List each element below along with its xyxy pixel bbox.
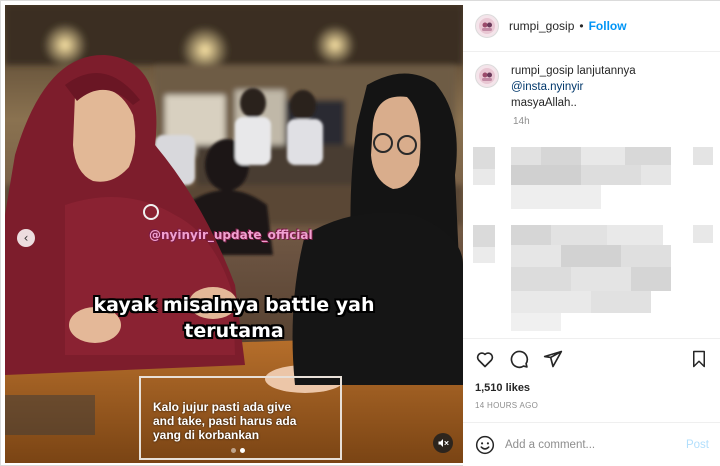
avatar[interactable] bbox=[475, 64, 499, 88]
carousel-dot bbox=[231, 448, 236, 453]
like-button[interactable] bbox=[475, 349, 495, 369]
post-button[interactable]: Post bbox=[686, 439, 709, 451]
carousel-dot-active bbox=[240, 448, 245, 453]
chevron-left-icon[interactable]: ‹ bbox=[17, 229, 35, 247]
caption-comment: rumpi_gosip lanjutannya @insta.nyinyir m… bbox=[475, 63, 636, 111]
save-button[interactable] bbox=[689, 349, 709, 369]
header-username[interactable]: rumpi_gosip bbox=[509, 19, 574, 33]
post-timestamp: 14 HOURS AGO bbox=[475, 401, 539, 410]
video-caption-line2: terutama bbox=[184, 320, 284, 342]
caption-text-after: masyaAllah.. bbox=[511, 97, 577, 109]
caption-timestamp: 14h bbox=[513, 116, 530, 127]
add-comment-bar: Post bbox=[463, 422, 720, 466]
action-icons bbox=[475, 349, 563, 369]
likes-count[interactable]: 1,510 likes bbox=[475, 382, 530, 394]
post-window: @nyinyir_update_official kayak misalnya … bbox=[0, 0, 720, 466]
emoji-button[interactable] bbox=[475, 435, 495, 455]
comment-button[interactable] bbox=[509, 349, 529, 369]
avatar-image bbox=[479, 68, 495, 84]
header-separator: • bbox=[579, 19, 584, 33]
emoji-icon bbox=[475, 435, 495, 455]
video-caption-line1: kayak misalnya battle yah bbox=[93, 294, 375, 316]
comment-input[interactable] bbox=[505, 439, 675, 451]
follow-button[interactable]: Follow bbox=[589, 19, 627, 33]
bookmark-icon bbox=[693, 350, 705, 368]
caption-text-before: lanjutannya bbox=[573, 65, 636, 77]
share-icon bbox=[543, 350, 563, 368]
post-header: rumpi_gosip • Follow bbox=[463, 1, 720, 52]
carousel-indicator bbox=[231, 448, 245, 453]
post-sidebar: rumpi_gosip • Follow rumpi_gosip lanjuta… bbox=[463, 1, 720, 466]
caption-text: rumpi_gosip lanjutannya @insta.nyinyir m… bbox=[511, 63, 636, 111]
caption-mention-link[interactable]: @insta.nyinyir bbox=[511, 79, 636, 95]
pixelated-comments bbox=[473, 147, 713, 331]
heart-icon bbox=[476, 352, 494, 368]
mute-button[interactable] bbox=[433, 433, 453, 453]
avatar-image bbox=[479, 18, 495, 34]
post-media[interactable]: @nyinyir_update_official kayak misalnya … bbox=[5, 5, 463, 463]
watermark-text: @nyinyir_update_official bbox=[149, 228, 313, 242]
avatar[interactable] bbox=[475, 14, 499, 38]
caption-username[interactable]: rumpi_gosip bbox=[511, 65, 574, 77]
share-button[interactable] bbox=[543, 349, 563, 369]
mute-icon bbox=[438, 439, 449, 447]
comment-icon bbox=[510, 350, 529, 369]
